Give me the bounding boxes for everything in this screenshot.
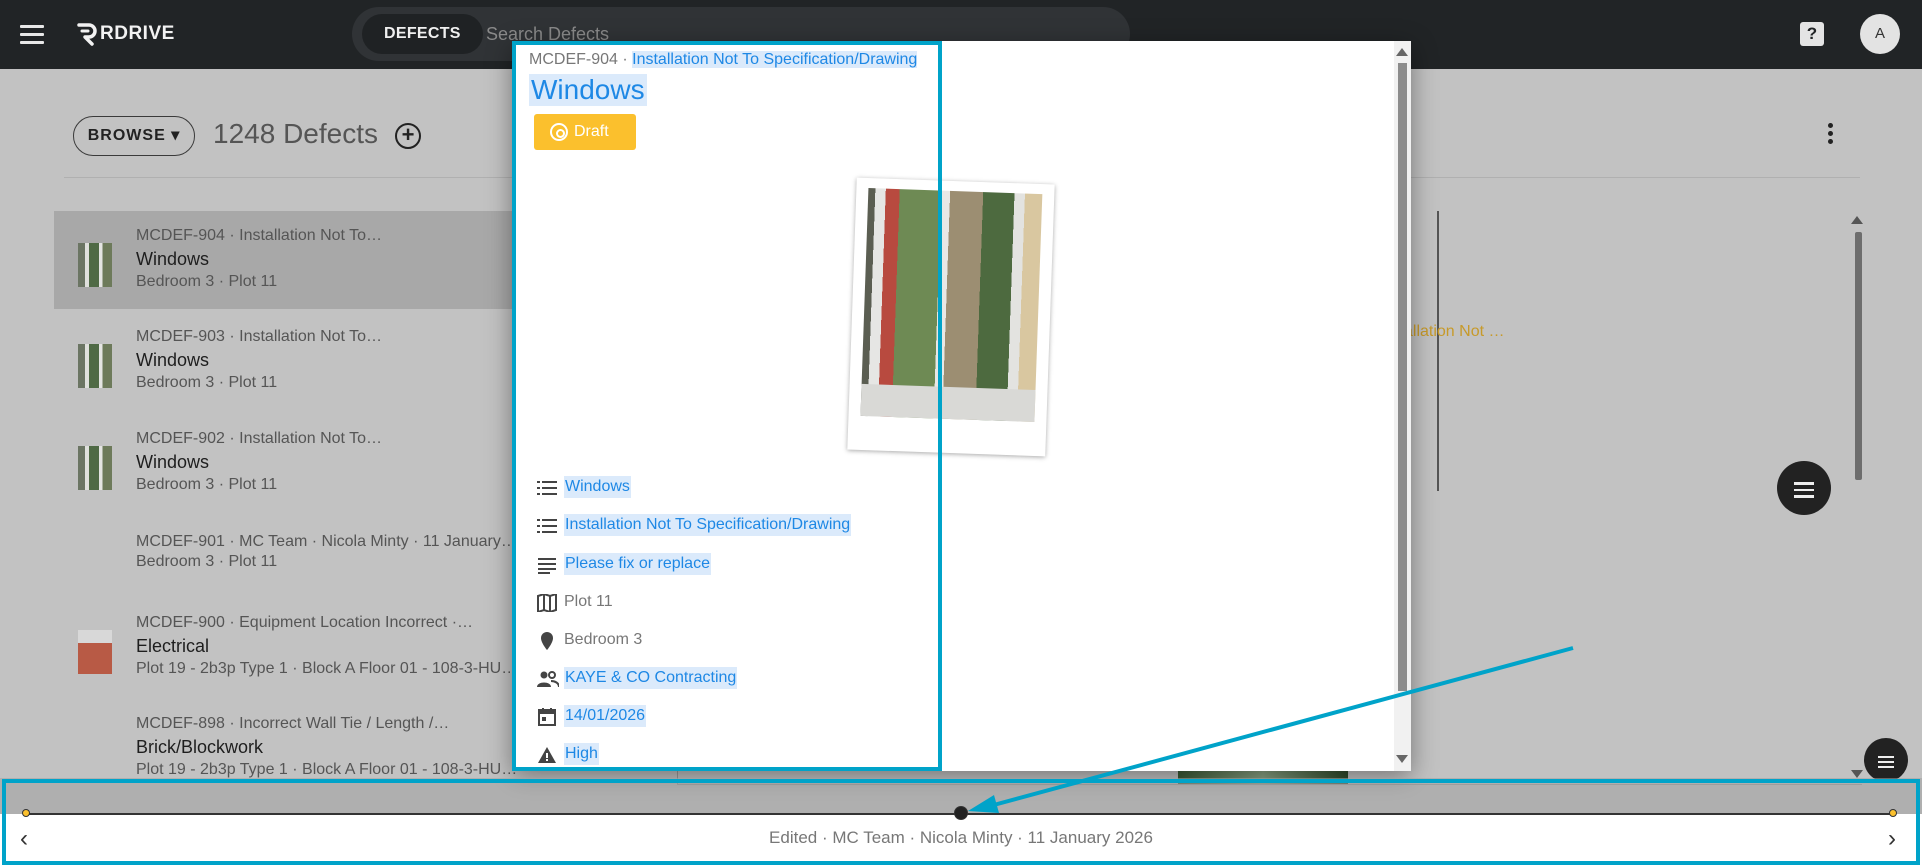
scroll-up-icon[interactable] [1851, 216, 1863, 224]
field-text[interactable]: KAYE & CO Contracting [564, 667, 738, 689]
item-location: Bedroom 3 · Plot 11 [136, 553, 278, 570]
field-text[interactable]: High [564, 743, 599, 765]
dialog-scrollbar-thumb[interactable] [1398, 63, 1407, 691]
defect-thumbnail [78, 344, 112, 388]
timeline-event-dot[interactable] [22, 809, 30, 817]
item-ref: MCDEF-901 · MC Team · Nicola Minty · 11 … [136, 533, 517, 550]
draft-status-icon [550, 123, 568, 141]
item-title: Electrical [136, 636, 210, 656]
dialog-scroll-up-icon[interactable] [1396, 48, 1408, 56]
defect-thumbnail [78, 630, 112, 674]
defect-photo-image [860, 188, 1043, 422]
browse-button[interactable]: BROWSE ▾ [73, 116, 195, 156]
search-scope-chip[interactable]: DEFECTS [362, 14, 483, 54]
dialog-ref-id: MCDEF-904 · [529, 51, 628, 68]
item-ref: MCDEF-902 · Installation Not To… [136, 430, 383, 447]
dialog-ref: MCDEF-904 · Installation Not To Specific… [529, 51, 918, 69]
item-ref: MCDEF-898 · Incorrect Wall Tie / Length … [136, 715, 450, 732]
menu-icon[interactable] [20, 22, 44, 46]
dialog-title: Windows [529, 74, 647, 106]
list-item[interactable]: MCDEF-900 · Equipment Location Incorrect… [54, 598, 518, 696]
more-options-icon[interactable] [1826, 123, 1834, 147]
dialog-scroll-down-icon[interactable] [1396, 755, 1408, 763]
defect-photo[interactable] [847, 177, 1055, 457]
defect-preview-dialog: MCDEF-904 · Installation Not To Specific… [512, 41, 1411, 771]
brand-logo[interactable]: RDRIVE [76, 20, 175, 48]
field-text[interactable]: Please fix or replace [564, 553, 711, 575]
user-avatar[interactable]: A [1860, 14, 1900, 54]
background-reason-text: allation Not … [1404, 323, 1505, 340]
map-icon [537, 594, 557, 612]
field-text[interactable]: 14/01/2026 [564, 705, 647, 727]
item-ref: MCDEF-900 · Equipment Location Incorrect… [136, 614, 474, 631]
brand-name: RDRIVE [100, 23, 175, 44]
list-scrollbar-thumb[interactable] [1855, 232, 1862, 480]
list-view-fab-icon[interactable] [1777, 461, 1831, 515]
list-item[interactable]: MCDEF-903 · Installation Not To… Windows… [54, 312, 514, 410]
list-item[interactable]: MCDEF-898 · Incorrect Wall Tie / Length … [54, 699, 518, 779]
browse-label: BROWSE [87, 127, 166, 144]
item-location: Bedroom 3 · Plot 11 [136, 476, 278, 493]
item-title: Brick/Blockwork [136, 737, 264, 757]
list-toggle-icon[interactable] [1864, 738, 1908, 782]
brand-mark-icon [77, 23, 97, 46]
item-title: Windows [136, 350, 210, 370]
field-text[interactable]: Installation Not To Specification/Drawin… [564, 514, 852, 536]
timeline-current-event-dot[interactable] [954, 806, 968, 820]
item-location: Bedroom 3 · Plot 11 [136, 273, 278, 290]
field-text: Bedroom 3 [564, 631, 643, 648]
item-location: Plot 19 - 2b3p Type 1 · Block A Floor 01… [136, 761, 518, 778]
add-defect-icon[interactable]: + [395, 123, 421, 149]
location-pin-icon [537, 632, 557, 650]
field-text: Plot 11 [564, 593, 613, 610]
help-icon[interactable]: ? [1800, 22, 1824, 46]
item-ref: MCDEF-904 · Installation Not To… [136, 227, 383, 244]
status-draft-button[interactable]: Draft [534, 114, 636, 150]
defect-thumbnail [78, 446, 112, 490]
history-timeline: ‹ Edited · MC Team · Nicola Minty · 11 J… [0, 778, 1922, 867]
timeline-event-dot[interactable] [1889, 809, 1897, 817]
people-icon [537, 670, 559, 688]
defect-thumbnail [78, 243, 112, 287]
list-item[interactable]: MCDEF-904 · Installation Not To… Windows… [54, 211, 514, 309]
timeline-next-icon[interactable]: › [1888, 827, 1902, 851]
item-title: Windows [136, 452, 210, 472]
timeline-caption: Edited · MC Team · Nicola Minty · 11 Jan… [769, 828, 1153, 847]
field-text[interactable]: Windows [564, 476, 631, 498]
item-title: Windows [136, 249, 210, 269]
detail-divider [1437, 211, 1439, 491]
list-icon [537, 479, 557, 497]
calendar-icon [537, 708, 557, 726]
item-location: Bedroom 3 · Plot 11 [136, 374, 278, 391]
warning-icon [537, 746, 557, 764]
list-item[interactable]: MCDEF-902 · Installation Not To… Windows… [54, 414, 514, 512]
item-location: Plot 19 - 2b3p Type 1 · Block A Floor 01… [136, 660, 518, 677]
defect-count: 1248 Defects [213, 118, 378, 149]
list-item[interactable]: MCDEF-901 · MC Team · Nicola Minty · 11 … [54, 513, 517, 583]
notes-icon [537, 556, 557, 574]
item-ref: MCDEF-903 · Installation Not To… [136, 328, 383, 345]
list-icon [537, 517, 557, 535]
status-label: Draft [574, 123, 609, 140]
dialog-ref-reason: Installation Not To Specification/Drawin… [632, 51, 918, 68]
